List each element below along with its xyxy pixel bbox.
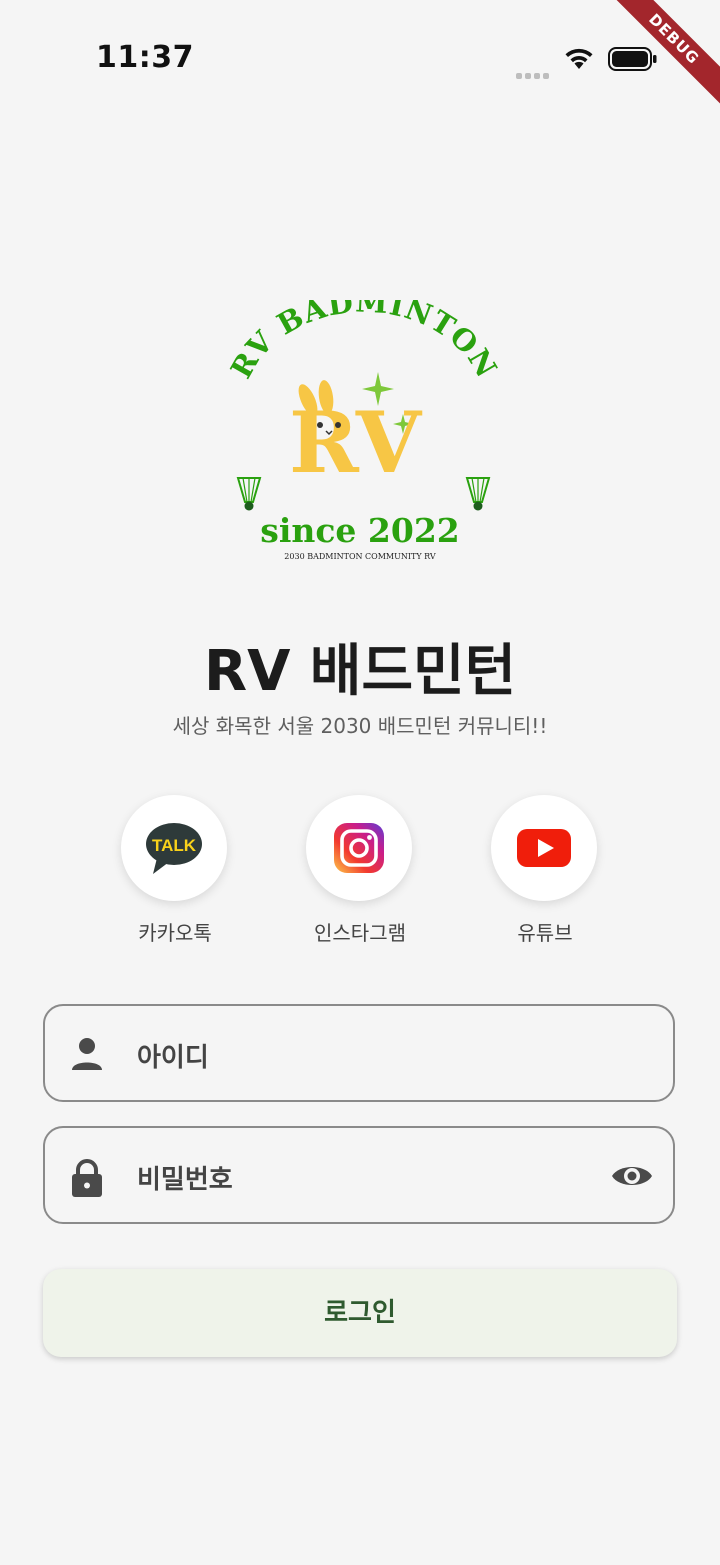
- signal-icon: [516, 64, 552, 83]
- youtube-label: 유튜브: [517, 921, 573, 945]
- login-button[interactable]: 로그인: [43, 1269, 677, 1357]
- youtube-circle[interactable]: [491, 795, 597, 901]
- eye-icon[interactable]: [611, 1162, 653, 1190]
- person-icon: [72, 1038, 102, 1070]
- password-placeholder: 비밀번호: [137, 1165, 233, 1195]
- logo-initials: RV: [289, 393, 423, 492]
- status-bar: 11:37 DEBUG: [0, 0, 720, 112]
- app-title: RV 배드민턴: [203, 639, 517, 704]
- logo-since-text: since 2022: [260, 511, 460, 550]
- kakaotalk-button[interactable]: TALK 카카오톡: [121, 795, 229, 946]
- shuttlecock-right-icon: [465, 477, 491, 511]
- wifi-icon: [565, 48, 593, 69]
- app-subtitle: 세상 화목한 서울 2030 배드민턴 커뮤니티!!: [172, 714, 548, 738]
- instagram-button[interactable]: 인스타그램: [306, 795, 414, 946]
- instagram-circle[interactable]: [306, 795, 412, 901]
- kakaotalk-label: 카카오톡: [138, 921, 212, 945]
- logo-community-text: 2030 BADMINTON COMMUNITY RV: [284, 552, 436, 561]
- logo-arc-text: RV BADMINTON: [224, 300, 503, 384]
- svg-text:TALK: TALK: [152, 836, 197, 855]
- shuttlecock-left-icon: [236, 477, 262, 511]
- youtube-button[interactable]: 유튜브: [491, 795, 599, 946]
- id-field[interactable]: 아이디: [43, 1004, 675, 1102]
- rv-badminton-logo: RV BADMINTON RV since 2022 2030 BADMINTO…: [224, 300, 504, 561]
- kakaotalk-circle[interactable]: TALK: [121, 795, 227, 901]
- svg-text:RV BADMINTON: RV BADMINTON: [224, 300, 504, 384]
- instagram-label: 인스타그램: [314, 921, 406, 945]
- instagram-icon: [334, 823, 384, 873]
- kakaotalk-icon: TALK: [146, 823, 202, 874]
- youtube-icon: [517, 829, 571, 867]
- id-placeholder: 아이디: [137, 1043, 209, 1073]
- lock-icon: [72, 1159, 102, 1197]
- password-field[interactable]: 비밀번호: [43, 1126, 675, 1224]
- status-time: 11:37: [96, 40, 194, 75]
- battery-icon: [608, 47, 657, 71]
